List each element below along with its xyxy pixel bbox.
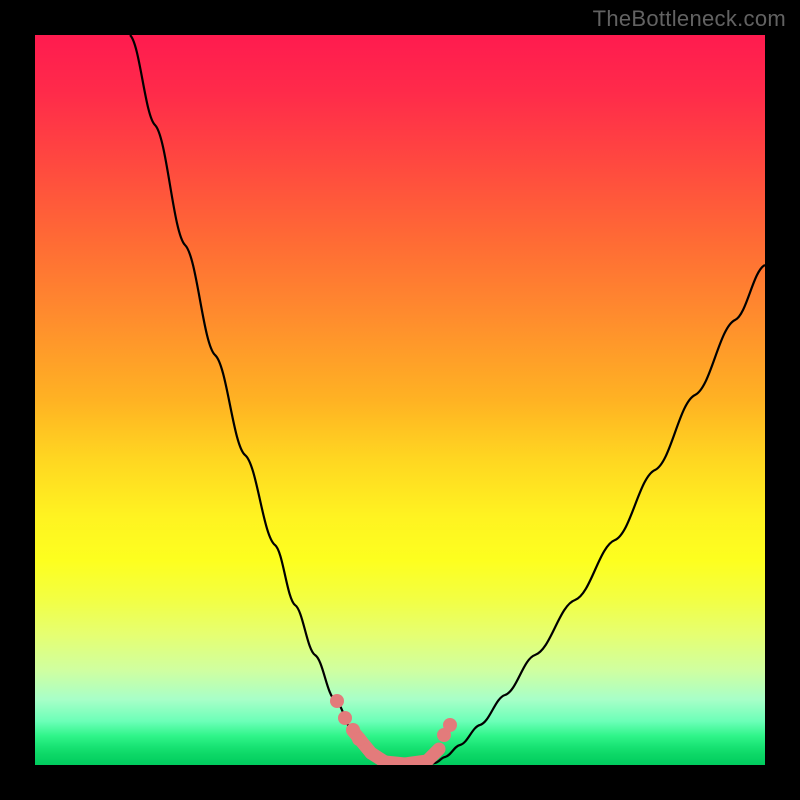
right-curve: [427, 265, 765, 765]
chart-plot-area: [35, 35, 765, 765]
left-curve: [130, 35, 390, 765]
highlight-dot: [338, 711, 352, 725]
highlight-segment: [427, 749, 439, 761]
highlight-dot: [352, 732, 366, 746]
highlight-segments: [353, 731, 439, 764]
watermark-label: TheBottleneck.com: [593, 6, 786, 32]
highlight-dot: [443, 718, 457, 732]
highlight-dot: [330, 694, 344, 708]
chart-svg: [35, 35, 765, 765]
highlight-dots: [330, 694, 457, 746]
